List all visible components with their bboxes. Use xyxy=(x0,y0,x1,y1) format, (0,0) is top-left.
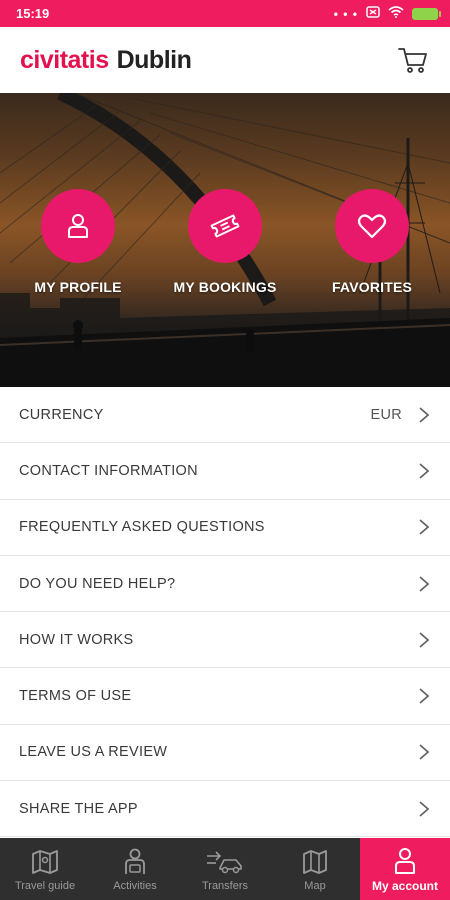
chevron-right-icon xyxy=(418,800,430,818)
favorites-button[interactable]: FAVORITES xyxy=(302,189,442,295)
favorites-label: FAVORITES xyxy=(331,279,413,295)
account-icon xyxy=(393,846,417,876)
menu-item-label: HOW IT WORKS xyxy=(19,631,134,648)
menu-item-currency[interactable]: CURRENCY EUR xyxy=(0,387,450,444)
chevron-right-icon xyxy=(418,631,430,649)
menu-item-label: TERMS OF USE xyxy=(19,688,132,705)
map-book-icon xyxy=(31,847,59,877)
chevron-right-icon xyxy=(418,462,430,480)
ticket-icon xyxy=(188,189,262,263)
my-bookings-label: MY BOOKINGS xyxy=(173,279,277,295)
nav-label: Transfers xyxy=(201,879,249,892)
chevron-right-icon xyxy=(418,687,430,705)
chevron-right-icon xyxy=(418,406,430,424)
battery-icon xyxy=(412,7,441,20)
nav-label: Travel guide xyxy=(14,879,76,892)
person-icon xyxy=(41,189,115,263)
chevron-right-icon xyxy=(418,518,430,536)
menu-item-label: DO YOU NEED HELP? xyxy=(19,575,176,592)
status-dots: • • • xyxy=(333,6,358,21)
heart-icon xyxy=(335,189,409,263)
nav-label: Map xyxy=(304,879,326,892)
nav-travel-guide[interactable]: Travel guide xyxy=(0,838,90,900)
status-icons: • • • xyxy=(333,5,441,23)
menu-item-label: CONTACT INFORMATION xyxy=(19,462,198,479)
bottom-nav: Travel guide Activities Transfers Map My… xyxy=(0,838,450,900)
menu-item-faq[interactable]: FREQUENTLY ASKED QUESTIONS xyxy=(0,499,450,556)
menu-item-label: LEAVE US A REVIEW xyxy=(19,744,168,761)
wifi-icon xyxy=(388,5,404,23)
menu-item-how-it-works[interactable]: HOW IT WORKS xyxy=(0,612,450,669)
transfer-car-icon xyxy=(206,847,244,877)
nav-label: Activities xyxy=(113,879,157,892)
menu-item-contact-information[interactable]: CONTACT INFORMATION xyxy=(0,443,450,500)
brand-logo: civitatis xyxy=(20,45,109,74)
nav-transfers[interactable]: Transfers xyxy=(180,838,270,900)
menu-item-label: SHARE THE APP xyxy=(19,800,138,817)
hero-banner: MY PROFILE MY BOOKINGS FAVORITES xyxy=(0,93,450,387)
menu-item-label: CURRENCY xyxy=(19,406,104,423)
cart-icon[interactable] xyxy=(396,43,430,77)
currency-value: EUR xyxy=(370,406,402,423)
menu-item-need-help[interactable]: DO YOU NEED HELP? xyxy=(0,555,450,613)
app-header: civitatis Dublin xyxy=(0,27,450,93)
notification-icon xyxy=(366,5,380,23)
chevron-right-icon xyxy=(418,743,430,761)
status-time: 15:19 xyxy=(16,6,50,21)
guide-person-icon xyxy=(122,847,148,877)
menu-item-terms-of-use[interactable]: TERMS OF USE xyxy=(0,668,450,725)
nav-map[interactable]: Map xyxy=(270,838,360,900)
my-profile-button[interactable]: MY PROFILE xyxy=(8,189,148,295)
nav-label: My account xyxy=(371,878,438,893)
menu-item-leave-review[interactable]: LEAVE US A REVIEW xyxy=(0,724,450,782)
city-title: Dublin xyxy=(116,45,192,74)
my-profile-label: MY PROFILE xyxy=(34,279,122,295)
menu-item-label: FREQUENTLY ASKED QUESTIONS xyxy=(19,519,265,536)
account-menu: CURRENCY EUR CONTACT INFORMATION FREQUEN… xyxy=(0,387,450,838)
map-icon xyxy=(302,847,328,877)
nav-my-account[interactable]: My account xyxy=(360,838,450,900)
menu-item-share-app[interactable]: SHARE THE APP xyxy=(0,781,450,838)
chevron-right-icon xyxy=(418,575,430,593)
status-bar: 15:19 • • • xyxy=(0,0,450,27)
nav-activities[interactable]: Activities xyxy=(90,838,180,900)
my-bookings-button[interactable]: MY BOOKINGS xyxy=(155,189,295,295)
